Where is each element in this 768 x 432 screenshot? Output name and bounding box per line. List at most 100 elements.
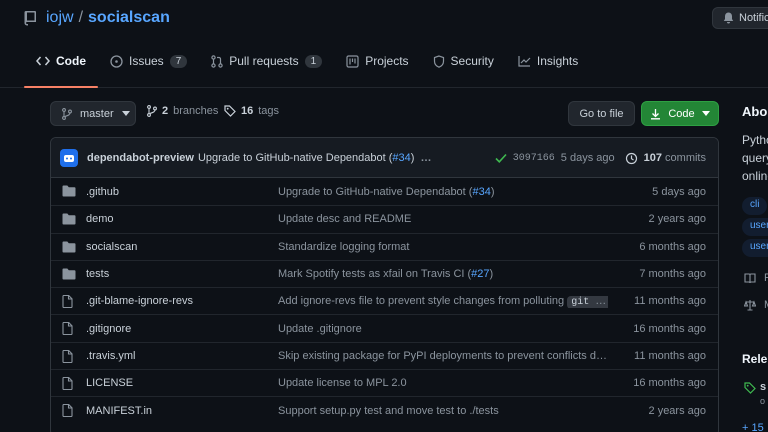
file-commit-message[interactable]: Mark Spotify tests as xfail on Travis CI… — [278, 268, 608, 280]
file-row[interactable]: .github Upgrade to GitHub-native Dependab… — [51, 178, 718, 205]
file-age: 16 months ago — [633, 322, 706, 335]
readme-link[interactable]: R — [764, 272, 768, 284]
folder-icon — [62, 185, 76, 197]
file-row[interactable]: demo Update desc and README 2 years ago — [51, 205, 718, 232]
file-name-link[interactable]: socialscan — [86, 241, 137, 253]
branches-link[interactable]: 2 branches — [147, 105, 218, 117]
tag-icon — [224, 105, 236, 117]
file-row[interactable]: socialscan Standardize logging format 6 mo… — [51, 232, 718, 260]
folder-icon — [62, 268, 76, 280]
tab-insights-label: Insights — [536, 54, 579, 68]
tags-count: 16 — [241, 105, 254, 117]
chevron-down-icon — [701, 111, 710, 116]
file-age: 16 months ago — [633, 377, 706, 390]
file-browser: dependabot-preview Upgrade to GitHub-nat… — [50, 137, 719, 432]
branches-label: branches — [173, 105, 219, 117]
file-commit-message[interactable]: Standardize logging format — [278, 241, 608, 253]
file-age: 7 months ago — [639, 268, 706, 281]
tab-pull-requests[interactable]: Pull requests 1 — [199, 46, 334, 76]
file-icon — [62, 295, 73, 309]
tab-issues[interactable]: Issues 7 — [98, 46, 199, 76]
notifications-button[interactable]: Notifications — [712, 7, 768, 29]
file-row[interactable]: MANIFEST.in Support setup.py test and mov… — [51, 396, 718, 423]
tag-icon — [744, 382, 756, 394]
file-commit-text: Support setup.py test and move test to .… — [278, 404, 499, 417]
file-age: 11 months ago — [634, 349, 706, 362]
folder-icon — [62, 213, 76, 225]
tags-link[interactable]: 16 tags — [224, 105, 279, 117]
file-row[interactable]: .git-blame-ignore-revs Add ignore-revs fi… — [51, 287, 718, 314]
go-to-file-button[interactable]: Go to file — [568, 101, 635, 126]
repo-tabs: Code Issues 7 Pull requests 1 Projects S… — [24, 46, 590, 88]
avatar[interactable] — [60, 148, 78, 167]
check-icon[interactable] — [495, 153, 507, 163]
repo-separator: / — [78, 9, 84, 26]
license-link[interactable]: M — [764, 299, 768, 311]
file-name-link[interactable]: .github — [86, 186, 119, 198]
file-name-link[interactable]: LICENSE — [86, 377, 133, 389]
topic-tag[interactable]: cli — [742, 197, 768, 215]
commit-sha-link[interactable]: 3097166 — [513, 153, 555, 164]
notifications-label: Notifications — [739, 12, 768, 24]
file-name-link[interactable]: MANIFEST.in — [86, 405, 152, 417]
file-commit-end: ) — [490, 185, 495, 198]
tab-insights[interactable]: Insights — [506, 46, 590, 76]
latest-release-date: o — [760, 396, 766, 406]
topic-tag[interactable]: user — [742, 239, 768, 257]
book-icon — [744, 272, 756, 284]
code-download-button[interactable]: Code — [641, 101, 719, 126]
commit-pr-link[interactable]: #34 — [392, 152, 410, 164]
branch-name: master — [80, 107, 114, 120]
chevron-down-icon — [121, 111, 130, 116]
branch-select-button[interactable]: master — [50, 101, 136, 126]
history-icon — [625, 152, 638, 165]
file-commit-message[interactable]: Update license to MPL 2.0 — [278, 377, 608, 389]
commit-message[interactable]: Upgrade to GitHub-native Dependabot (#34… — [198, 152, 414, 164]
folder-icon — [62, 241, 76, 253]
more-releases-link[interactable]: + 15 — [742, 422, 764, 432]
law-icon — [744, 299, 756, 311]
repo-title: iojw / socialscan — [24, 9, 170, 27]
inline-code: git blame — [567, 295, 608, 308]
file-age: 6 months ago — [639, 240, 706, 253]
file-icon — [62, 322, 73, 336]
file-age: 5 days ago — [652, 185, 706, 198]
file-row[interactable]: .gitignore Update .gitignore 16 months ago — [51, 314, 718, 341]
latest-release-link[interactable]: s — [760, 381, 766, 393]
download-icon — [650, 108, 661, 120]
file-name-link[interactable]: demo — [86, 213, 114, 225]
tab-security[interactable]: Security — [421, 46, 506, 76]
commit-meta: 3097166 5 days ago 107 commits — [495, 138, 706, 178]
file-row[interactable]: .travis.yml Skip existing package for PyP… — [51, 341, 718, 369]
file-commit-text: Standardize logging format — [278, 240, 410, 253]
shield-icon — [433, 54, 445, 68]
file-row[interactable]: tests Mark Spotify tests as xfail on Trav… — [51, 259, 718, 287]
repo-owner-link[interactable]: iojw — [46, 9, 74, 27]
pull-request-icon — [211, 54, 223, 68]
file-commit-message[interactable]: Update .gitignore — [278, 323, 608, 335]
file-commit-message[interactable]: Support setup.py test and move test to .… — [278, 405, 608, 417]
file-commit-pr-link[interactable]: #27 — [471, 268, 489, 280]
commit-author-link[interactable]: dependabot-preview — [87, 152, 194, 164]
commits-link[interactable]: 107 commits — [644, 152, 706, 164]
file-name-link[interactable]: .travis.yml — [86, 350, 136, 362]
tab-code[interactable]: Code — [24, 46, 98, 88]
commits-count: 107 — [643, 152, 662, 164]
file-commit-message[interactable]: Upgrade to GitHub-native Dependabot (#34… — [278, 186, 608, 198]
file-row[interactable]: LICENSE Update license to MPL 2.0 16 month… — [51, 369, 718, 396]
file-name-link[interactable]: tests — [86, 268, 109, 280]
file-name-link[interactable]: .git-blame-ignore-revs — [86, 295, 193, 307]
expand-commit-button[interactable]: … — [420, 152, 431, 164]
repo-name-link[interactable]: socialscan — [88, 9, 170, 27]
topic-tag[interactable]: user — [742, 218, 768, 236]
file-commit-message[interactable]: Add ignore-revs file to prevent style ch… — [278, 295, 608, 308]
file-commit-text: Mark Spotify tests as xfail on Travis CI… — [278, 268, 472, 281]
file-commit-end: ) — [489, 268, 494, 281]
file-commit-pr-link[interactable]: #34 — [472, 186, 490, 198]
file-name-link[interactable]: .gitignore — [86, 323, 131, 335]
tab-code-label: Code — [56, 54, 86, 68]
tab-projects[interactable]: Projects — [334, 46, 420, 76]
file-commit-message[interactable]: Skip existing package for PyPI deploymen… — [278, 350, 608, 362]
releases-heading[interactable]: Rele — [742, 352, 767, 366]
file-commit-message[interactable]: Update desc and README — [278, 213, 608, 225]
